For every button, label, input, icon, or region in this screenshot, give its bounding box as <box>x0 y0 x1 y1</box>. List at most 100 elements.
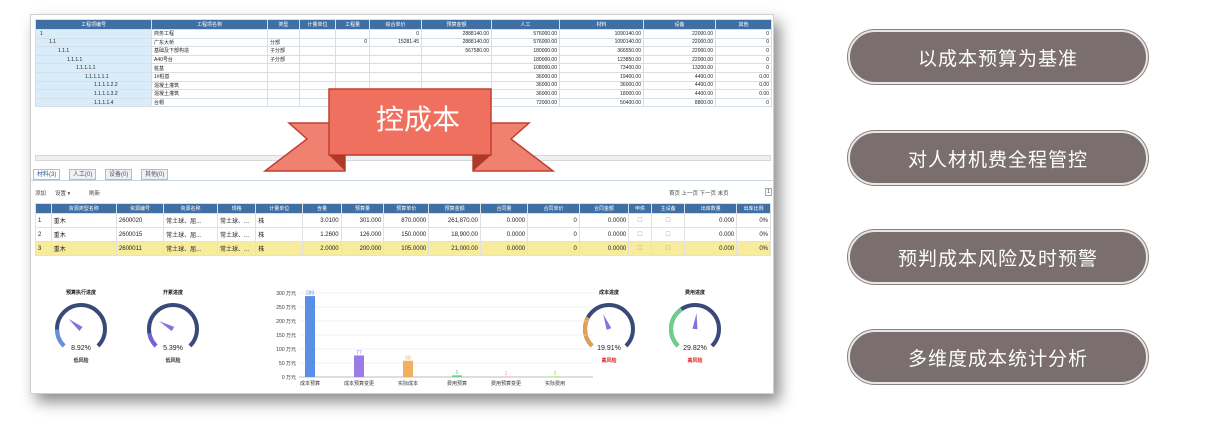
gauge-needle <box>159 321 175 332</box>
bar-value-label: 1 <box>505 371 508 377</box>
tree-cell-code: 1.1.1.1.2.2 <box>35 80 152 91</box>
tree-row[interactable]: 1.1.1 基础及下部构造 子分部 567580.00 180000.00 366550.… <box>35 46 772 56</box>
tree-row[interactable]: 1.1 广东大桥 分部 0 15281.45 2888140.00 576000.00 109… <box>35 37 772 48</box>
tree-cell-type: 子分部 <box>267 54 300 65</box>
tree-cell-price <box>369 54 422 65</box>
resource-cell: 3.0100 <box>302 213 342 228</box>
add-button[interactable]: 添加 <box>35 189 46 197</box>
gauge-title: 费用进度 <box>684 290 705 296</box>
tree-cell-name: 广东大桥 <box>151 37 268 48</box>
resource-cell: 21,000.00 <box>428 241 481 256</box>
resource-header: 合同单价 <box>527 203 580 214</box>
resource-cell: 重木 <box>50 241 117 256</box>
gauge-arc <box>55 329 66 348</box>
tree-cell-code: 1.1.1.1 <box>35 54 152 65</box>
tree-cell-type <box>267 29 300 39</box>
resource-row[interactable]: 2 重木 2600015 常土球、屈... 常土球、... 株 1.2600 126.000 1… <box>35 227 771 242</box>
resource-cell: 105.0000 <box>383 241 430 256</box>
tree-cell-qty <box>335 46 370 56</box>
pager[interactable]: 首页 上一页 下一页 末页 <box>669 189 729 197</box>
tree-cell-labor: 576000.00 <box>491 29 560 39</box>
tree-cell-equip: 22000.00 <box>643 54 716 65</box>
x-category-label: 费用预算 <box>447 380 467 387</box>
resource-cell: 0.0000 <box>479 241 529 256</box>
resource-cell[interactable]: ☐ <box>650 213 686 228</box>
tab-other[interactable]: 其他(0) <box>141 169 169 180</box>
resource-cell[interactable]: ☐ <box>650 227 686 242</box>
tree-cell-type <box>267 63 300 73</box>
tree-cell-type: 子分部 <box>267 46 300 56</box>
refresh-button[interactable]: 刷新 <box>89 189 100 197</box>
gauge-arc <box>147 303 199 348</box>
gauge-risk-label: 低风险 <box>165 358 181 364</box>
tree-cell-unit <box>299 29 336 39</box>
tree-cell-equip: 22000.00 <box>643 46 716 56</box>
tree-cell-material: 18000.00 <box>559 89 644 99</box>
resource-header: 含量 <box>302 203 342 214</box>
resource-header: 合同金额 <box>578 203 630 214</box>
tree-cell-labor: 180000.00 <box>491 46 560 56</box>
tree-cell-name: 1#桩基 <box>151 71 268 82</box>
tree-cell-unit <box>299 63 336 73</box>
page-number-input[interactable]: 1 <box>765 188 773 196</box>
resource-cell: 150.0000 <box>383 227 430 242</box>
tree-header: 计量单位 <box>299 19 336 30</box>
tree-cell-other: 0.00 <box>715 89 772 99</box>
resource-header: 资源名称 <box>163 203 219 214</box>
tree-cell-labor: 576000.00 <box>491 37 560 48</box>
tree-header: 工程项编号 <box>35 19 152 30</box>
resource-header: 甲供 <box>628 203 652 214</box>
resource-cell: 0.0000 <box>479 213 529 228</box>
tree-cell-labor: 108000.00 <box>491 63 560 73</box>
resource-cell[interactable]: ☐ <box>628 227 652 242</box>
resource-cell: 0.0000 <box>578 241 630 256</box>
tab-labor[interactable]: 人工(0) <box>69 169 97 180</box>
x-category-label: 费用预算变更 <box>491 380 521 387</box>
tree-cell-equip: 22000.00 <box>643 29 716 39</box>
bar-0 <box>305 296 315 377</box>
tree-cell-unit <box>299 54 336 65</box>
tree-header: 人工 <box>491 19 560 30</box>
gauge-value: 5.39% <box>163 345 183 352</box>
tree-cell-qty <box>335 29 370 39</box>
tree-cell-code: 1 <box>35 29 152 39</box>
resource-cell: 2 <box>35 227 52 242</box>
gauge-arc <box>55 303 107 348</box>
resource-cell[interactable]: ☐ <box>650 241 686 256</box>
feature-pill-risk-warning: 预判成本风险及时预警 <box>848 230 1148 284</box>
tree-cell-other: 0 <box>715 29 772 39</box>
tree-header: 材料 <box>559 19 644 30</box>
resource-cell: 126.000 <box>340 227 385 242</box>
tree-cell-code: 1.1.1.1.3.2 <box>35 89 152 99</box>
resource-cell: 0.0000 <box>479 227 529 242</box>
resource-cell: 261,870.00 <box>428 213 481 228</box>
tree-cell-equip: 13200.00 <box>643 63 716 73</box>
y-tick-label: 150 万元 <box>276 333 296 339</box>
feature-pill-budget-baseline: 以成本预算为基准 <box>848 30 1148 84</box>
resource-cell[interactable]: ☐ <box>628 241 652 256</box>
tree-cell-equip: 22000.00 <box>643 37 716 48</box>
tab-equipment[interactable]: 设备(0) <box>105 169 133 180</box>
bar-2 <box>403 360 413 377</box>
resource-cell: 0% <box>736 227 771 242</box>
tab-material[interactable]: 材料(3) <box>33 169 61 180</box>
resource-cell[interactable]: ☐ <box>628 213 652 228</box>
y-tick-label: 300 万元 <box>276 291 296 297</box>
tree-header: 设备 <box>643 19 716 30</box>
resource-row[interactable]: 3 重木 2600011 常土球、屈... 常土球、... 株 2.0000 200.000 1… <box>35 241 771 256</box>
settings-button[interactable]: 设置 ▾ <box>55 189 70 197</box>
x-category-label: 成本预算 <box>300 380 320 387</box>
tree-row[interactable]: 1.1.1.1 A40号台 子分部 180000.00 123850.00 22000.0… <box>35 54 772 65</box>
tree-row[interactable]: 1 商务工程 0 2888140.00 576000.00 1090140.00 22000… <box>35 29 772 39</box>
resource-tabs: 材料(3) 人工(0) 设备(0) 其他(0) <box>31 167 773 181</box>
y-tick-label: 200 万元 <box>276 319 296 325</box>
x-category-label: 实际成本 <box>398 380 418 387</box>
tree-cell-material: 366550.00 <box>559 46 644 56</box>
resource-cell: 1 <box>35 213 52 228</box>
tree-cell-price: 15281.45 <box>369 37 422 48</box>
tree-cell-other: 0 <box>715 54 772 65</box>
resource-cell: 870.0000 <box>383 213 430 228</box>
tree-row[interactable]: 1.1.1.1.1 桩基 108000.00 73400.00 13200.00 0 <box>35 63 772 73</box>
tree-cell-qty <box>335 54 370 65</box>
resource-row[interactable]: 1 重木 2600020 常土球、屈... 常土球、... 株 3.0100 301.000 8… <box>35 213 771 228</box>
